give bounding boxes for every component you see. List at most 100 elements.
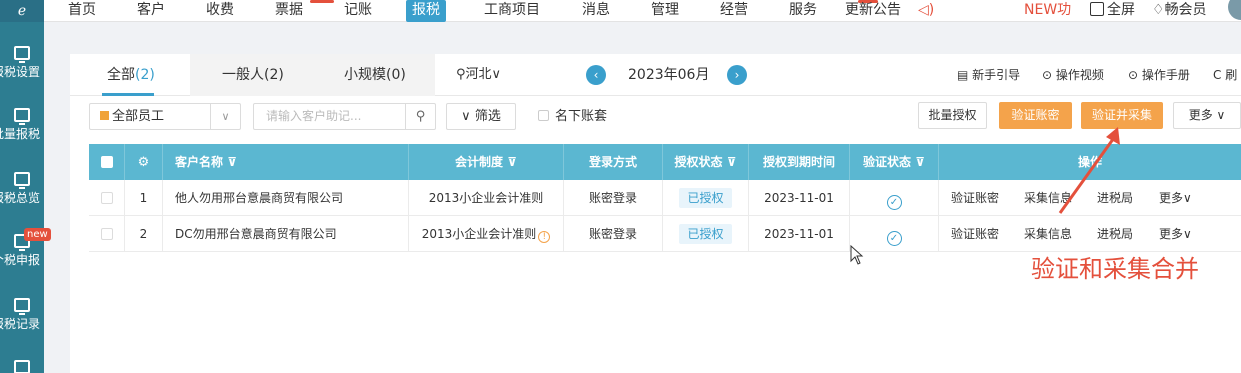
monitor-icon: [14, 108, 30, 125]
settings-cell: ⚙: [125, 144, 163, 180]
batch-auth-button[interactable]: 批量授权: [918, 102, 987, 129]
sidebar-item-label: 报税设置: [0, 65, 41, 79]
table-row[interactable]: 2 DC勿用邢台意晨商贸有限公司 2013小企业会计准则! 账密登录 已授权 2…: [89, 216, 1241, 252]
document-icon: [14, 298, 30, 315]
auth-status-badge: 已授权: [679, 188, 732, 208]
nav-badge-dot: [310, 0, 334, 3]
nav-customers[interactable]: 客户: [137, 0, 165, 22]
staff-select-value: 全部员工: [112, 109, 165, 124]
fullscreen-button[interactable]: 全屏: [1090, 0, 1135, 22]
row-checkbox[interactable]: [100, 228, 113, 240]
staff-icon: [100, 111, 109, 120]
sidebar-item-overview[interactable]: 报税总览: [0, 172, 44, 206]
refresh-link[interactable]: C 刷: [1213, 54, 1237, 96]
info-icon[interactable]: !: [538, 231, 551, 243]
tab-general-taxpayer[interactable]: 一般人(2): [222, 54, 284, 96]
nav-billing[interactable]: 收费: [206, 0, 234, 22]
ledger-checkbox[interactable]: 名下账套: [538, 103, 607, 130]
row-verify-link[interactable]: 验证账密: [951, 180, 999, 216]
sidebar-item-tax-settings[interactable]: 报税设置: [0, 46, 44, 80]
guide-label: 新手引导: [972, 68, 1021, 82]
row-login: 账密登录: [564, 216, 663, 252]
col-name[interactable]: 客户名称 ⊽: [163, 144, 409, 180]
app-logo[interactable]: ℯ: [0, 0, 44, 22]
tab-all[interactable]: 全部(2): [107, 54, 155, 96]
sidebar-item-records[interactable]: 报税记录: [0, 298, 44, 332]
document-icon: [14, 172, 30, 189]
filter-icon[interactable]: ⊽: [507, 155, 517, 169]
row-auth-status-cell: 已授权: [663, 180, 749, 216]
refresh-label: 刷: [1225, 68, 1238, 82]
filter-icon[interactable]: ⊽: [915, 155, 925, 169]
search-icon[interactable]: ⚲: [405, 104, 435, 129]
nav-management[interactable]: 管理: [651, 0, 679, 22]
staff-select[interactable]: 全部员工 ∨: [89, 103, 241, 130]
next-month-button[interactable]: ›: [727, 65, 747, 85]
monitor-icon: [14, 46, 30, 63]
sidebar-item-batch-filing[interactable]: 批量报税: [0, 108, 44, 142]
row-more-label: 更多: [1159, 227, 1184, 241]
row-collect-link[interactable]: 采集信息: [1024, 216, 1072, 252]
guide-link[interactable]: ▤ 新手引导: [957, 54, 1020, 96]
video-link[interactable]: ⊙ 操作视频: [1042, 54, 1104, 96]
tab-small-scale[interactable]: 小规模(0): [344, 54, 406, 96]
fullscreen-icon: [1090, 2, 1104, 16]
filter-icon[interactable]: ⊽: [727, 155, 737, 169]
tab-all-label: 全部: [107, 67, 135, 83]
nav-services[interactable]: 服务: [789, 0, 817, 22]
guide-icon: ▤: [957, 68, 973, 82]
row-accounting-cell: 2013小企业会计准则!: [409, 216, 564, 252]
avatar[interactable]: [1228, 0, 1241, 20]
col-auth-status[interactable]: 授权状态 ⊽: [663, 144, 749, 180]
row-more-link[interactable]: 更多∨: [1159, 216, 1192, 252]
nav-tax-filing[interactable]: 报税: [406, 0, 446, 22]
prev-month-button[interactable]: ‹: [586, 65, 606, 85]
col-verify-status[interactable]: 验证状态 ⊽: [850, 144, 939, 180]
nav-bookkeeping[interactable]: 记账: [344, 0, 372, 22]
new-badge: new: [24, 228, 51, 241]
select-all-checkbox[interactable]: [100, 156, 113, 168]
manual-link[interactable]: ⊙ 操作手册: [1128, 54, 1190, 96]
chevron-down-icon: ∨: [1183, 191, 1192, 205]
refresh-icon: C: [1213, 68, 1226, 82]
sidebar-item-more[interactable]: [0, 360, 44, 373]
row-more-link[interactable]: 更多∨: [1159, 180, 1192, 216]
sidebar-item-personal-tax[interactable]: new 个税申报: [0, 228, 51, 268]
row-bureau-link[interactable]: 进税局: [1097, 216, 1133, 252]
new-feature-link[interactable]: NEW功: [1024, 0, 1071, 22]
more-button[interactable]: 更多 ∨: [1173, 102, 1241, 129]
checkbox-box[interactable]: [538, 110, 549, 121]
gear-icon[interactable]: ⚙: [138, 155, 150, 170]
filter-button[interactable]: ∨ 筛选: [446, 103, 516, 130]
nav-announcements[interactable]: 更新公告: [845, 0, 901, 22]
row-expiry: 2023-11-01: [749, 180, 850, 216]
region-select[interactable]: ⚲河北∨: [456, 54, 501, 96]
row-customer-name[interactable]: 他人勿用邢台意晨商贸有限公司: [163, 180, 409, 216]
row-customer-name[interactable]: DC勿用邢台意晨商贸有限公司: [163, 216, 409, 252]
search-input[interactable]: 请输入客户助记... ⚲: [253, 103, 436, 130]
filter-icon[interactable]: ⊽: [227, 155, 237, 169]
member-button[interactable]: ♢畅会员: [1152, 0, 1207, 22]
speaker-icon[interactable]: ◁): [918, 2, 934, 18]
row-index: 2: [125, 216, 163, 252]
row-more-label: 更多: [1159, 191, 1184, 205]
row-checkbox[interactable]: [100, 192, 113, 204]
nav-home[interactable]: 首页: [68, 0, 96, 22]
col-auth-status-label: 授权状态: [674, 155, 723, 169]
nav-business-projects[interactable]: 工商项目: [484, 0, 540, 22]
check-circle-icon: ✓: [886, 195, 902, 210]
col-accounting-label: 会计制度: [455, 155, 504, 169]
nav-invoices[interactable]: 票据: [275, 0, 303, 22]
annotation-arrow: [1058, 127, 1120, 214]
region-label: 河北: [465, 67, 492, 82]
row-accounting: 2013小企业会计准则: [409, 180, 564, 216]
nav-operations[interactable]: 经营: [720, 0, 748, 22]
play-icon: ⊙: [1042, 68, 1056, 82]
row-accounting: 2013小企业会计准则: [421, 227, 537, 241]
sidebar-item-label: 批量报税: [0, 127, 41, 141]
col-accounting[interactable]: 会计制度 ⊽: [409, 144, 564, 180]
row-index: 1: [125, 180, 163, 216]
top-navbar: ℯ 首页 客户 收费 票据 记账 报税 工商项目 消息 管理 经营 服务 更新公…: [0, 0, 1241, 22]
row-verify-link[interactable]: 验证账密: [951, 216, 999, 252]
nav-messages[interactable]: 消息: [582, 0, 610, 22]
